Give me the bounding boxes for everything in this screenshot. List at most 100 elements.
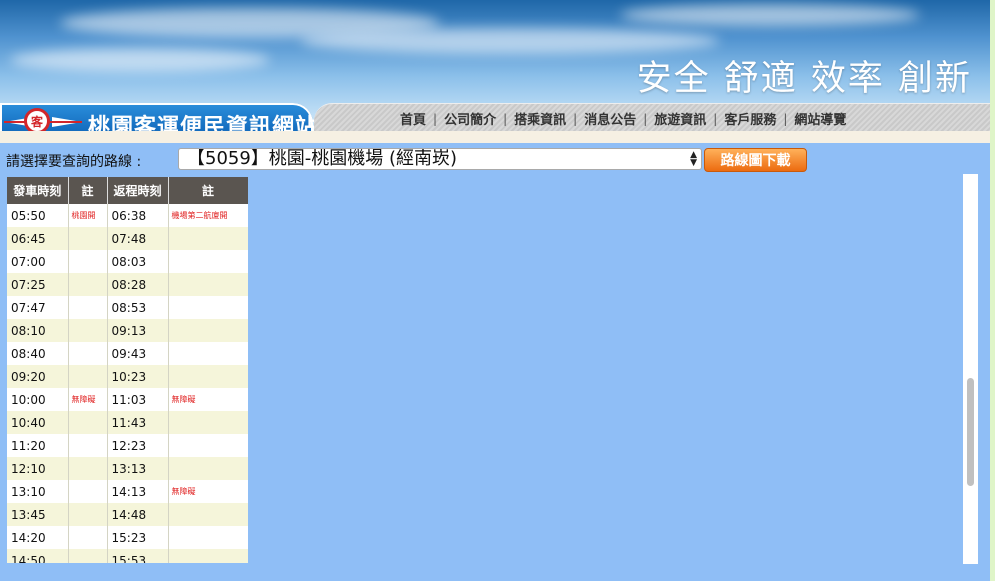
return-note [168, 296, 248, 319]
nav-customer-service[interactable]: 客戶服務 [724, 109, 776, 128]
departure-note [68, 250, 108, 273]
table-row: 09:20 10:23 [7, 365, 248, 388]
departure-time: 13:45 [7, 503, 69, 526]
return-time: 12:23 [107, 434, 169, 457]
schedule-table-container: 發車時刻 註 返程時刻 註 05:50 桃園開 06:38 機場第二航廈開 06:45 0… [7, 177, 248, 563]
scrollbar-thumb[interactable] [967, 378, 974, 486]
return-time: 06:38 [107, 204, 169, 227]
table-row: 06:45 07:48 [7, 227, 248, 250]
departure-time: 07:25 [7, 273, 69, 296]
departure-note [68, 227, 108, 250]
departure-note [68, 319, 108, 342]
return-time: 08:03 [107, 250, 169, 273]
table-row: 14:20 15:23 [7, 526, 248, 549]
table-row: 05:50 桃園開 06:38 機場第二航廈開 [7, 204, 248, 227]
departure-time: 14:50 [7, 549, 69, 563]
table-row: 12:10 13:13 [7, 457, 248, 480]
return-time: 10:23 [107, 365, 169, 388]
return-note [168, 434, 248, 457]
table-row: 14:50 15:53 [7, 549, 248, 563]
departure-note [68, 411, 108, 434]
departure-note [68, 549, 108, 563]
nav-news[interactable]: 消息公告 [584, 109, 636, 128]
return-note: 無障礙 [168, 480, 248, 503]
return-time: 13:13 [107, 457, 169, 480]
departure-note [68, 342, 108, 365]
nav-ride-info[interactable]: 搭乘資訊 [514, 109, 566, 128]
schedule-body: 05:50 桃園開 06:38 機場第二航廈開 06:45 07:48 07:00 08:03… [7, 204, 248, 563]
departure-time: 12:10 [7, 457, 69, 480]
departure-note [68, 526, 108, 549]
route-select[interactable]: 【5059】桃園-桃園機場 (經南崁) ▲ ▼ [178, 148, 702, 170]
return-note [168, 503, 248, 526]
departure-note [68, 296, 108, 319]
return-note [168, 457, 248, 480]
nav-separator: | [433, 111, 438, 126]
return-time: 08:53 [107, 296, 169, 319]
departure-note: 無障礙 [68, 388, 108, 411]
departure-note [68, 457, 108, 480]
return-note [168, 549, 248, 563]
table-row: 07:00 08:03 [7, 250, 248, 273]
nav-about[interactable]: 公司簡介 [444, 109, 496, 128]
departure-note [68, 503, 108, 526]
header-note: 註 [68, 177, 108, 204]
nav-sitemap[interactable]: 網站導覽 [794, 109, 846, 128]
return-time: 07:48 [107, 227, 169, 250]
table-row: 10:00 無障礙 11:03 無障礙 [7, 388, 248, 411]
right-edge-strip [990, 0, 995, 581]
table-row: 10:40 11:43 [7, 411, 248, 434]
departure-time: 07:00 [7, 250, 69, 273]
departure-time: 06:45 [7, 227, 69, 250]
nav-home[interactable]: 首頁 [400, 109, 426, 128]
select-arrows-icon: ▲ ▼ [690, 150, 697, 168]
departure-time: 08:40 [7, 342, 69, 365]
nav-separator: | [783, 111, 788, 126]
return-note [168, 319, 248, 342]
table-row: 13:10 14:13 無障礙 [7, 480, 248, 503]
return-note [168, 526, 248, 549]
header-return-note: 註 [168, 177, 248, 204]
return-note [168, 273, 248, 296]
return-note [168, 365, 248, 388]
return-time: 08:28 [107, 273, 169, 296]
departure-note: 桃園開 [68, 204, 108, 227]
return-time: 14:13 [107, 480, 169, 503]
content-scrollbar[interactable] [963, 174, 978, 564]
departure-time: 14:20 [7, 526, 69, 549]
departure-note [68, 273, 108, 296]
table-row: 08:40 09:43 [7, 342, 248, 365]
departure-note [68, 434, 108, 457]
route-map-download-button[interactable]: 路線圖下載 [704, 148, 807, 172]
return-note [168, 342, 248, 365]
return-time: 11:43 [107, 411, 169, 434]
departure-time: 10:00 [7, 388, 69, 411]
table-row: 11:20 12:23 [7, 434, 248, 457]
return-note: 機場第二航廈開 [168, 204, 248, 227]
return-time: 15:53 [107, 549, 169, 563]
main-navigation: 首頁 | 公司簡介 | 搭乘資訊 | 消息公告 | 旅遊資訊 | 客戶服務 | 網站導覽 [314, 103, 990, 132]
departure-time: 13:10 [7, 480, 69, 503]
nav-travel-info[interactable]: 旅遊資訊 [654, 109, 706, 128]
header-underbar [0, 131, 990, 143]
header-departure: 發車時刻 [7, 177, 69, 204]
table-row: 07:25 08:28 [7, 273, 248, 296]
table-row: 13:45 14:48 [7, 503, 248, 526]
departure-time: 09:20 [7, 365, 69, 388]
return-note: 無障礙 [168, 388, 248, 411]
nav-separator: | [573, 111, 578, 126]
departure-note [68, 480, 108, 503]
return-time: 09:43 [107, 342, 169, 365]
route-selected-value: 【5059】桃園-桃園機場 (經南崁) [187, 148, 458, 169]
return-time: 11:03 [107, 388, 169, 411]
departure-note [68, 365, 108, 388]
nav-separator: | [643, 111, 648, 126]
nav-separator: | [713, 111, 718, 126]
departure-time: 10:40 [7, 411, 69, 434]
return-time: 14:48 [107, 503, 169, 526]
return-note [168, 250, 248, 273]
route-select-label: 請選擇要查詢的路線 : [6, 154, 142, 170]
return-note [168, 227, 248, 250]
return-time: 09:13 [107, 319, 169, 342]
table-row: 07:47 08:53 [7, 296, 248, 319]
